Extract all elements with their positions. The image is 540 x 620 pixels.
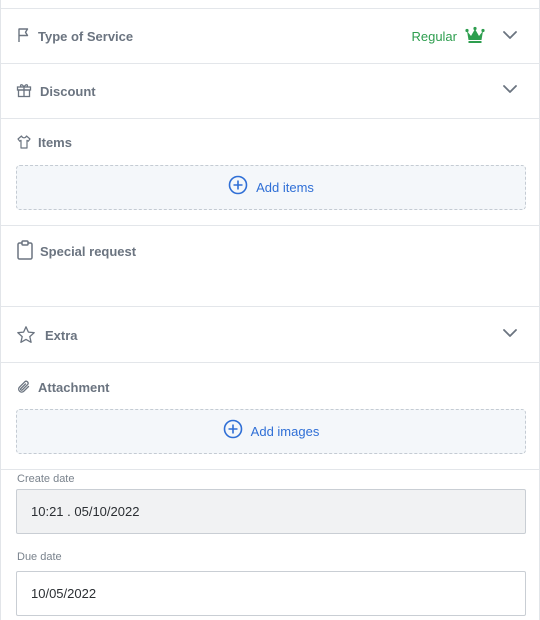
attachment-label: Attachment	[38, 380, 110, 395]
attachment-header: Attachment	[1, 363, 540, 408]
type-of-service-row[interactable]: Type of Service Regular	[1, 9, 540, 63]
shirt-icon	[16, 134, 32, 150]
add-images-button[interactable]: Add images	[16, 409, 526, 454]
service-type-value: Regular	[411, 29, 457, 44]
due-date-label: Due date	[17, 551, 62, 563]
special-request-label: Special request	[40, 244, 137, 259]
add-items-button[interactable]: Add items	[16, 165, 526, 210]
plus-circle-icon	[223, 419, 243, 444]
discount-label: Discount	[40, 84, 96, 99]
chevron-down-icon[interactable]	[501, 26, 519, 44]
discount-row[interactable]: Discount	[1, 64, 540, 118]
add-items-label: Add items	[256, 180, 314, 195]
special-request-field[interactable]: Special request	[1, 226, 540, 306]
extra-row[interactable]: Extra	[1, 307, 540, 362]
chevron-down-icon[interactable]	[501, 324, 519, 342]
extra-label: Extra	[45, 328, 78, 343]
due-date-field[interactable]	[16, 571, 526, 616]
gift-icon	[16, 82, 32, 98]
add-images-label: Add images	[250, 424, 320, 439]
crown-icon	[465, 26, 485, 44]
chevron-down-icon[interactable]	[501, 80, 519, 98]
create-date-field: 10:21 . 05/10/2022	[16, 489, 526, 534]
paperclip-icon	[16, 379, 32, 395]
create-date-label: Create date	[17, 473, 75, 485]
order-form-panel: Type of Service Regular Discount Items A…	[0, 0, 540, 620]
items-header: Items	[1, 119, 540, 164]
plus-circle-icon	[228, 175, 248, 200]
star-icon	[16, 325, 36, 345]
flag-icon	[16, 27, 32, 43]
type-of-service-label: Type of Service	[38, 29, 134, 44]
divider	[1, 469, 540, 470]
due-date-input[interactable]	[31, 586, 525, 601]
items-label: Items	[38, 135, 72, 150]
clipboard-icon	[16, 240, 34, 260]
